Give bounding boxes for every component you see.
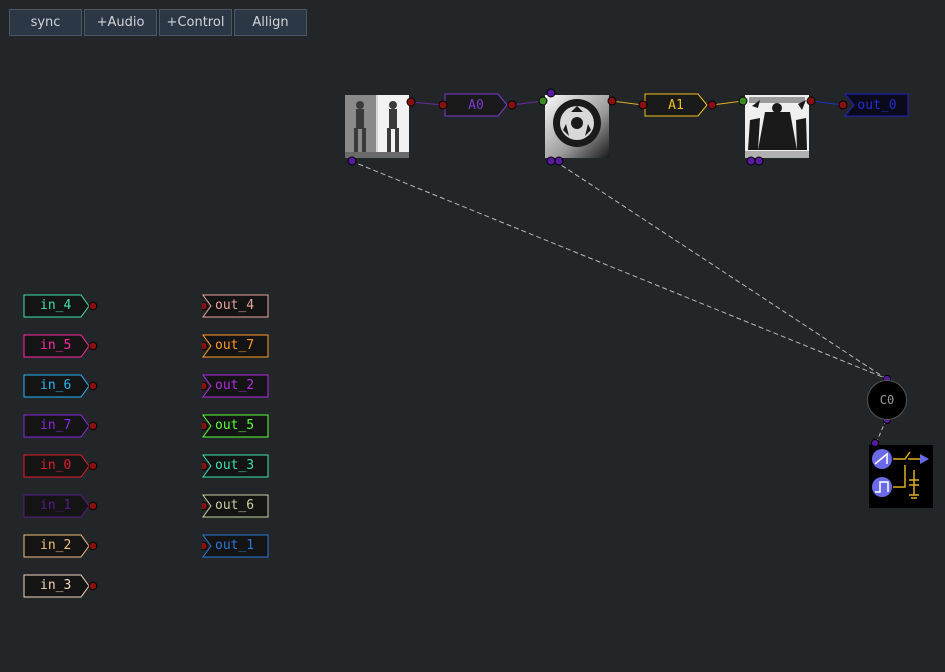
image-node-figures[interactable] [345,95,409,158]
input-tag-in-4[interactable]: in_4 [23,294,103,320]
wire-disc-a1 [611,100,644,106]
port-ctrl-engraving-1[interactable] [746,156,756,166]
input-port-in-4[interactable] [88,301,98,311]
dashed-control-wire-1 [350,160,886,379]
output-tag-label: out_3 [215,458,255,473]
input-port-in-0[interactable] [88,461,98,471]
input-tag-label: in_2 [40,538,72,553]
input-tag-label: in_4 [40,298,72,313]
output-tag-label: out_6 [215,498,255,513]
output-port-out-7[interactable] [202,341,208,351]
input-tag-label: in_0 [40,458,72,473]
input-port-in-7[interactable] [88,421,98,431]
input-tag-in-0[interactable]: in_0 [23,454,103,480]
input-tag-label: in_1 [40,498,72,513]
node-graph-canvas[interactable]: A0 A1 out_0 [0,0,945,672]
output-tag-label: out_1 [215,538,255,553]
input-port-in-6[interactable] [88,381,98,391]
port-in-a1[interactable] [638,100,648,110]
output-tag-out-7[interactable]: out_7 [202,334,282,360]
input-tag-in-2[interactable]: in_2 [23,534,103,560]
wire-a0-disc [511,100,544,106]
port-ctrl-disc-2[interactable] [554,156,564,166]
port-out-a1[interactable] [707,100,717,110]
output-port-out-3[interactable] [202,461,208,471]
output-tag-label: out_2 [215,378,255,393]
input-tag-in-1[interactable]: in_1 [23,494,103,520]
port-ctrl-disc-1[interactable] [546,156,556,166]
dashed-control-wire-2 [554,160,886,379]
port-out-img1[interactable] [406,97,416,107]
output-tag-out-1[interactable]: out_1 [202,534,282,560]
node-out-main-label: out_0 [857,98,896,113]
image-node-engraving[interactable] [745,95,809,158]
node-out-main[interactable]: out_0 [843,93,909,117]
output-port-out-2[interactable] [202,381,208,391]
node-a1[interactable]: A1 [644,93,708,117]
node-c0[interactable]: C0 [867,380,907,420]
output-port-out-6[interactable] [202,501,208,511]
port-out-a0[interactable] [507,100,517,110]
node-a0-label: A0 [468,98,484,113]
input-port-in-1[interactable] [88,501,98,511]
input-tag-in-5[interactable]: in_5 [23,334,103,360]
output-tag-label: out_4 [215,298,255,313]
input-tag-in-3[interactable]: in_3 [23,574,103,600]
node-c0-label: C0 [879,393,895,407]
output-port-out-4[interactable] [202,301,208,311]
port-top-disc[interactable] [546,88,556,98]
image-node-disc[interactable] [545,95,609,158]
port-ctrl-engraving-2[interactable] [754,156,764,166]
input-port-in-5[interactable] [88,341,98,351]
output-port-out-1[interactable] [202,541,208,551]
input-tag-label: in_6 [40,378,72,393]
input-port-in-2[interactable] [88,541,98,551]
port-in-disc[interactable] [538,96,548,106]
output-tag-label: out_5 [215,418,255,433]
output-tag-out-2[interactable]: out_2 [202,374,282,400]
input-tag-label: in_7 [40,418,72,433]
output-tag-out-4[interactable]: out_4 [202,294,282,320]
port-in-a0[interactable] [438,100,448,110]
port-in-lfo[interactable] [871,439,879,447]
output-tag-out-3[interactable]: out_3 [202,454,282,480]
port-out-disc[interactable] [607,96,617,106]
node-a1-label: A1 [668,98,684,113]
input-tag-in-7[interactable]: in_7 [23,414,103,440]
input-port-in-3[interactable] [88,581,98,591]
port-in-engraving[interactable] [738,96,748,106]
lfo-control-node[interactable] [869,445,933,508]
output-tag-out-6[interactable]: out_6 [202,494,282,520]
wire-a1-img3 [711,100,744,106]
wire-img3-out [810,100,844,106]
output-port-out-5[interactable] [202,421,208,431]
port-in-out-main[interactable] [838,100,848,110]
port-ctrl-img1[interactable] [347,156,357,166]
node-a0[interactable]: A0 [444,93,508,117]
input-tag-in-6[interactable]: in_6 [23,374,103,400]
output-tag-label: out_7 [215,338,255,353]
input-tag-label: in_5 [40,338,72,353]
output-tag-out-5[interactable]: out_5 [202,414,282,440]
wire-img1-a0 [410,101,444,106]
port-out-engraving[interactable] [806,96,816,106]
input-tag-label: in_3 [40,578,72,593]
